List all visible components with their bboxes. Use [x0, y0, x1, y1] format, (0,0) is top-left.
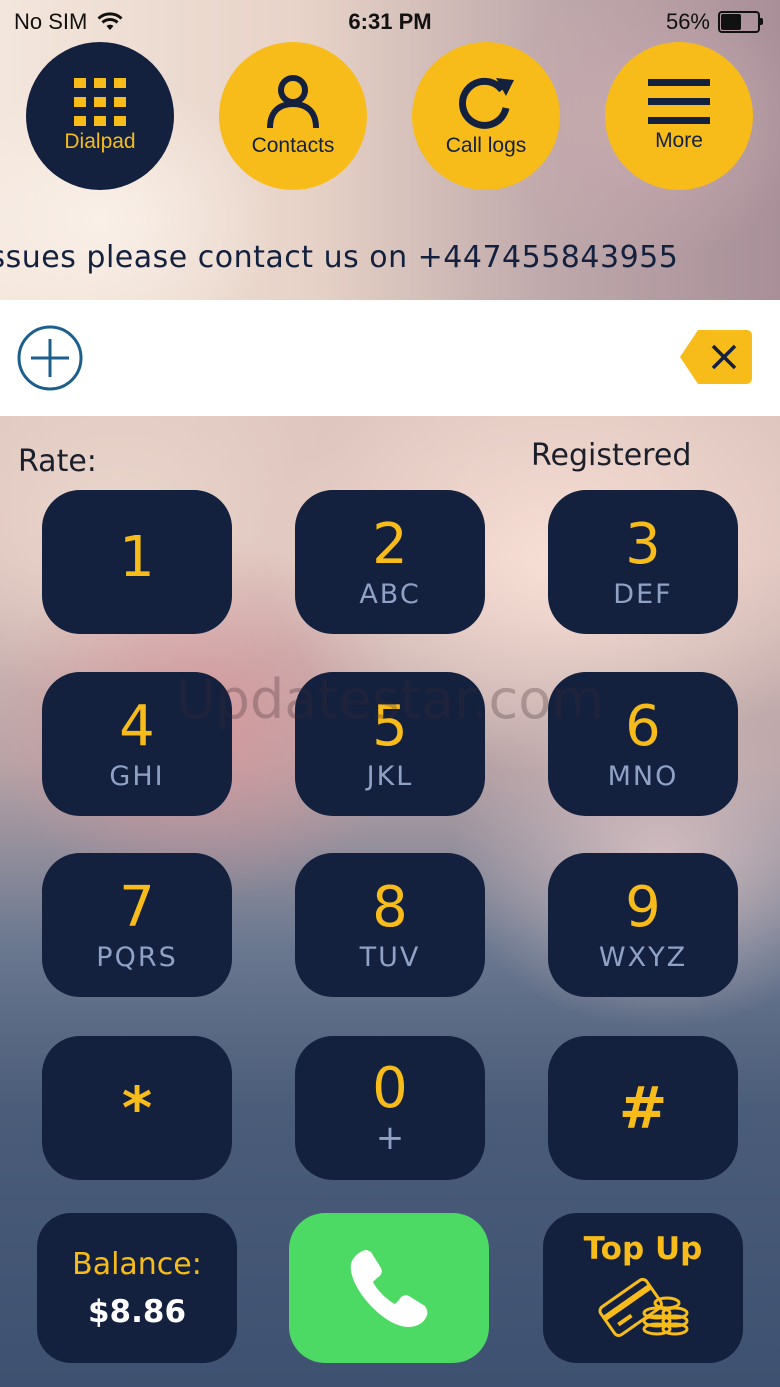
key-digit: 3 — [625, 511, 661, 577]
key-digit: 9 — [625, 874, 661, 940]
top-up-button[interactable]: Top Up — [543, 1213, 743, 1363]
add-contact-button[interactable] — [16, 324, 84, 392]
balance-label: Balance: — [72, 1246, 202, 1282]
key-3[interactable]: 3 DEF — [548, 490, 738, 634]
nav-dialpad-button[interactable]: Dialpad — [26, 42, 174, 190]
nav-contacts-button[interactable]: Contacts — [219, 42, 367, 190]
call-button[interactable] — [289, 1213, 489, 1363]
battery-level — [721, 14, 742, 30]
card-coins-icon — [598, 1277, 689, 1337]
registration-status: Registered — [531, 438, 692, 473]
key-letters: PQRS — [96, 941, 178, 973]
refresh-icon — [459, 77, 514, 129]
add-circle-icon — [17, 325, 83, 391]
info-ticker: any issues please contact us on +4474558… — [0, 238, 780, 282]
key-4[interactable]: 4 GHI — [42, 672, 232, 816]
nav-more-label: More — [655, 129, 703, 152]
rate-label: Rate: — [18, 444, 97, 479]
key-letters: ABC — [359, 578, 421, 610]
nav-more-button[interactable]: More — [605, 42, 753, 190]
key-digit: # — [618, 1074, 668, 1142]
key-7[interactable]: 7 PQRS — [42, 853, 232, 997]
balance-panel: Balance: $8.86 — [37, 1213, 237, 1363]
key-1[interactable]: 1 — [42, 490, 232, 634]
nav-dialpad-label: Dialpad — [64, 130, 136, 153]
key-6[interactable]: 6 MNO — [548, 672, 738, 816]
key-digit: 4 — [119, 693, 155, 759]
key-9[interactable]: 9 WXYZ — [548, 853, 738, 997]
key-letters: DEF — [613, 578, 673, 610]
key-digit: 1 — [119, 525, 155, 590]
person-icon — [267, 75, 319, 129]
key-letters: MNO — [607, 760, 679, 792]
battery-percent: 56% — [665, 9, 710, 34]
key-hash[interactable]: # — [548, 1036, 738, 1180]
key-digit: 7 — [119, 874, 155, 940]
key-letters: GHI — [109, 760, 165, 792]
status-bar: No SIM 6:31 PM 56% — [0, 0, 780, 44]
number-entry-bar — [0, 300, 780, 416]
key-0[interactable]: 0 + — [295, 1036, 485, 1180]
key-letters: WXYZ — [598, 941, 688, 973]
battery-icon — [718, 11, 763, 33]
top-nav: Dialpad Contacts Call logs More — [0, 42, 780, 192]
clock: 6:31 PM — [348, 9, 432, 34]
key-5[interactable]: 5 JKL — [295, 672, 485, 816]
key-digit: 8 — [372, 874, 408, 940]
grid-icon — [74, 78, 126, 126]
key-star[interactable]: * — [42, 1036, 232, 1180]
backspace-button[interactable] — [680, 330, 752, 384]
nav-call-logs-button[interactable]: Call logs — [412, 42, 560, 190]
nav-call-logs-label: Call logs — [445, 134, 527, 157]
key-8[interactable]: 8 TUV — [295, 853, 485, 997]
key-digit: * — [121, 1074, 153, 1142]
ticker-text: any issues please contact us on +4474558… — [0, 240, 679, 275]
key-letters: JKL — [366, 760, 414, 792]
top-up-label: Top Up — [583, 1231, 703, 1267]
balance-value: $8.86 — [87, 1293, 187, 1330]
key-digit: 5 — [372, 693, 408, 759]
key-digit: 2 — [372, 511, 408, 577]
key-2[interactable]: 2 ABC — [295, 490, 485, 634]
status-right: 56% — [665, 9, 763, 35]
menu-icon — [648, 79, 710, 124]
nav-contacts-label: Contacts — [251, 134, 335, 157]
backspace-icon — [680, 330, 752, 384]
phone-icon — [350, 1250, 428, 1328]
key-letters: TUV — [359, 941, 421, 973]
key-digit: 6 — [625, 693, 661, 759]
key-digit: 0 — [372, 1056, 408, 1121]
key-letters: + — [375, 1118, 405, 1158]
